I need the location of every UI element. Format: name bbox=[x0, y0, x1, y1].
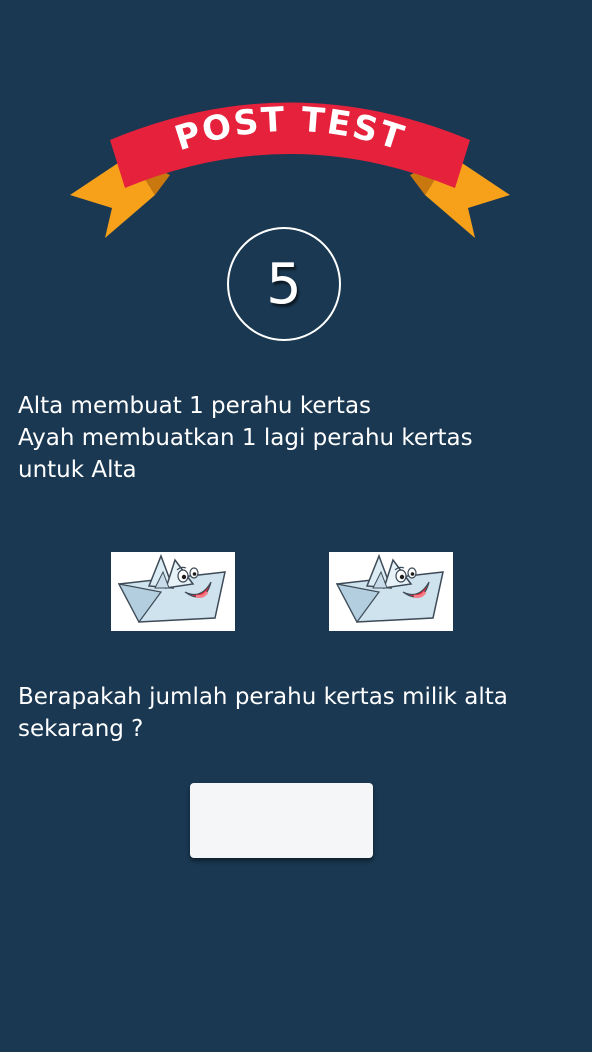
post-test-screen: POST TEST 5 Alta membuat 1 perahu kertas… bbox=[0, 0, 592, 1052]
paper-boat-cartoon-icon bbox=[117, 553, 226, 624]
question-number-badge: 5 bbox=[227, 227, 341, 341]
question-line: untuk Alta bbox=[18, 457, 137, 483]
question-number: 5 bbox=[266, 251, 302, 317]
question-line: Alta membuat 1 perahu kertas bbox=[18, 393, 372, 419]
question-line: Ayah membuatkan 1 lagi perahu kertas bbox=[18, 425, 473, 451]
paper-boat-image-2 bbox=[329, 552, 453, 631]
prompt-line: Berapakah jumlah perahu kertas milik alt… bbox=[18, 684, 508, 710]
prompt-line: sekarang ? bbox=[18, 716, 144, 742]
paper-boat-cartoon-icon bbox=[335, 553, 444, 624]
paper-boat-image-1 bbox=[111, 552, 235, 631]
question-prompt: Berapakah jumlah perahu kertas milik alt… bbox=[18, 681, 578, 745]
post-test-banner: POST TEST bbox=[70, 100, 510, 238]
answer-input[interactable] bbox=[190, 783, 373, 858]
question-statement: Alta membuat 1 perahu kertas Ayah membua… bbox=[18, 390, 578, 486]
